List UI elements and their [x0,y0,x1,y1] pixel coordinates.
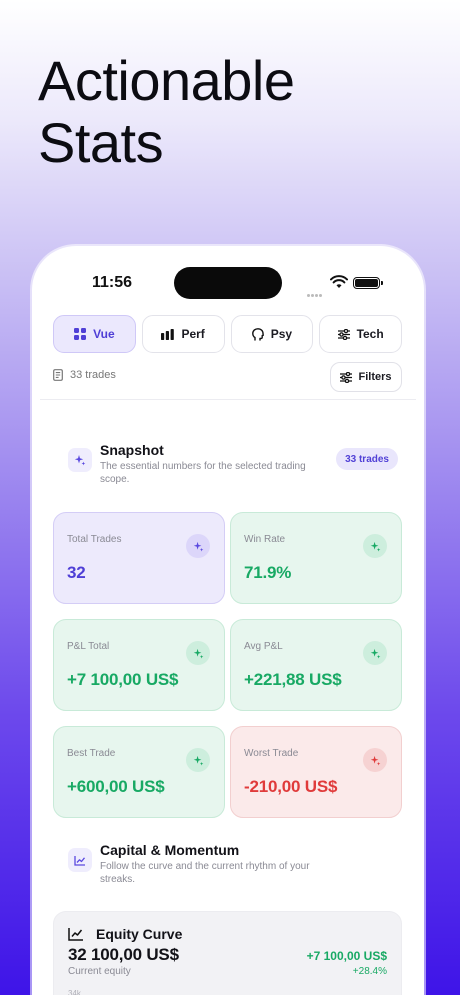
equity-axis-tick: 34k [68,989,81,995]
stat-card-best-trade[interactable]: Best Trade +600,00 US$ [53,726,225,818]
stat-card-total-trades[interactable]: Total Trades 32 [53,512,225,604]
document-icon [53,369,63,381]
sparkles-icon [186,534,210,558]
tab-psy[interactable]: Psy [230,315,314,353]
stat-label: Worst Trade [244,748,299,759]
equity-value: 32 100,00 US$ [68,945,179,964]
filters-button[interactable]: Filters [330,362,402,392]
stat-label: Win Rate [244,534,286,545]
tab-vue[interactable]: Vue [53,315,136,353]
filter-sliders-icon [340,371,353,383]
stat-card-worst-trade[interactable]: Worst Trade -210,00 US$ [230,726,402,818]
status-time: 11:56 [92,274,133,291]
sparkles-icon [363,748,387,772]
equity-delta-percent: +28.4% [352,966,387,977]
phone-screen: 11:56 Vue Perf Psy Tech 33 trades Filter… [32,246,424,995]
sparkles-icon [186,748,210,772]
snapshot-trades-badge: 33 trades [336,448,398,470]
stat-value: 32 [67,563,86,582]
toolbar: 33 trades Filters [53,362,402,392]
stat-card-avg-pl[interactable]: Avg P&L +221,88 US$ [230,619,402,711]
head-icon [251,327,264,341]
sparkles-icon [186,641,210,665]
grid-icon [74,328,87,340]
stat-value: -210,00 US$ [244,777,338,796]
tab-tech[interactable]: Tech [319,315,402,353]
stat-value: +221,88 US$ [244,670,342,689]
capital-title: Capital & Momentum [100,842,240,858]
sliders-icon [337,328,350,340]
headline-line-2: Stats [38,111,164,174]
stats-grid: Total Trades 32 Win Rate 71.9% P&L Total… [53,512,402,818]
stat-card-win-rate[interactable]: Win Rate 71.9% [230,512,402,604]
stat-value: +600,00 US$ [67,777,165,796]
snapshot-header: Snapshot The essential numbers for the s… [68,442,398,486]
stat-card-pl-total[interactable]: P&L Total +7 100,00 US$ [53,619,225,711]
sparkles-icon [68,448,92,472]
tab-label: Perf [181,327,205,341]
stat-value: 71.9% [244,563,292,582]
view-tabs: Vue Perf Psy Tech [53,315,402,353]
stat-label: Avg P&L [244,641,283,652]
stat-label: P&L Total [67,641,110,652]
tab-label: Vue [93,327,115,341]
filters-label: Filters [358,371,392,383]
tab-label: Psy [270,327,293,341]
signal-icon [307,284,325,297]
bar-chart-icon [161,328,175,340]
tab-perf[interactable]: Perf [141,315,225,353]
battery-icon [353,277,383,289]
trades-count: 33 trades [53,369,116,381]
stat-label: Best Trade [67,748,116,759]
headline: Actionable Stats [38,50,295,174]
line-chart-icon [68,928,83,941]
sparkles-icon [363,534,387,558]
headline-line-1: Actionable [38,49,295,112]
tab-label: Tech [356,327,384,341]
stat-label: Total Trades [67,534,122,545]
equity-delta: +7 100,00 US$ [306,949,387,963]
equity-title: Equity Curve [96,926,183,942]
stat-value: +7 100,00 US$ [67,670,179,689]
trend-chart-icon [68,848,92,872]
sparkles-icon [363,641,387,665]
wifi-icon [330,275,348,288]
trades-count-label: 33 trades [70,369,116,381]
capital-momentum-header: Capital & Momentum Follow the curve and … [68,842,398,886]
dynamic-island [174,267,282,299]
equity-curve-card[interactable]: Equity Curve 32 100,00 US$ Current equit… [53,911,402,995]
divider [40,399,416,400]
status-bar: 11:56 [32,246,424,306]
snapshot-subtitle: The essential numbers for the selected t… [100,461,306,485]
snapshot-title: Snapshot [100,442,164,458]
capital-subtitle: Follow the curve and the current rhythm … [100,861,310,885]
equity-caption: Current equity [68,966,131,977]
